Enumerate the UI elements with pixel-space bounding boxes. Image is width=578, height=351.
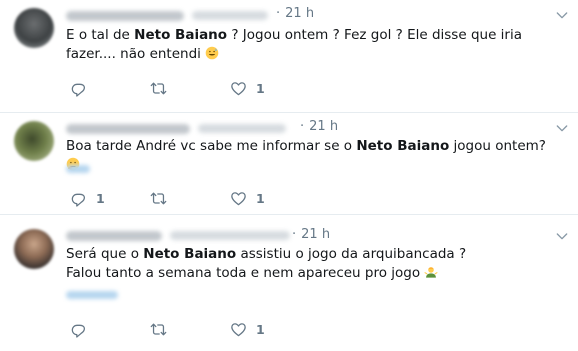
reply-button[interactable] (70, 319, 96, 339)
like-button[interactable]: 1 (230, 319, 265, 339)
tweet-timestamp[interactable]: · 21 h (292, 227, 330, 242)
retweet-icon (150, 321, 167, 338)
tweet-actions: 1 (66, 319, 326, 339)
reply-icon (70, 321, 87, 338)
avatar[interactable] (14, 8, 54, 48)
mention-highlight: Neto Baiano (143, 246, 237, 262)
link-preview[interactable] (66, 291, 118, 299)
author-handle[interactable] (192, 11, 268, 20)
mention-highlight: Neto Baiano (134, 27, 228, 43)
reply-icon (70, 190, 87, 207)
reply-button[interactable]: 1 (70, 188, 105, 208)
like-count: 1 (256, 80, 265, 96)
avatar[interactable] (14, 229, 54, 269)
like-button[interactable]: 1 (230, 78, 265, 98)
like-button[interactable]: 1 (230, 188, 265, 208)
reply-button[interactable] (70, 78, 96, 98)
tweet-text: Será que o Neto Baiano assistiu o jogo d… (66, 246, 467, 281)
tweet[interactable]: · 21 h E o tal de Neto Baiano ? Jogou ont… (0, 0, 578, 113)
retweet-button[interactable] (150, 188, 167, 208)
link-preview[interactable] (66, 165, 90, 173)
mention-highlight: Neto Baiano (356, 138, 450, 154)
chevron-down-icon[interactable] (554, 120, 570, 136)
chevron-down-icon[interactable] (554, 7, 570, 23)
tweet-timestamp[interactable]: · 21 h (300, 119, 338, 134)
heart-icon (230, 80, 247, 97)
tweet[interactable]: · 21 h Será que o Neto Baiano assistiu o … (0, 215, 578, 351)
tweet-text: Boa tarde André vc sabe me informar se o… (66, 137, 546, 175)
tweet-actions: 1 (66, 78, 326, 98)
reply-icon (70, 80, 87, 97)
like-count: 1 (256, 321, 265, 337)
author-name[interactable] (66, 231, 162, 241)
author-name[interactable] (66, 11, 184, 21)
person-shrugging-emoji (424, 267, 438, 278)
chevron-down-icon[interactable] (554, 228, 570, 244)
retweet-icon (150, 80, 167, 97)
retweet-button[interactable] (150, 78, 167, 98)
tweet-timestamp[interactable]: · 21 h (276, 6, 314, 21)
author-name[interactable] (66, 124, 190, 134)
tweet[interactable]: · 21 h Boa tarde André vc sabe me informa… (0, 113, 578, 215)
reply-count: 1 (96, 190, 105, 206)
heart-icon (230, 190, 247, 207)
tweet-actions: 1 1 (66, 188, 326, 208)
heart-icon (230, 321, 247, 338)
author-handle[interactable] (198, 124, 286, 133)
retweet-icon (150, 190, 167, 207)
like-count: 1 (256, 190, 265, 206)
retweet-button[interactable] (150, 319, 167, 339)
sweat-smile-emoji (205, 46, 219, 60)
author-handle[interactable] (170, 231, 290, 240)
avatar[interactable] (14, 121, 54, 161)
tweet-text: E o tal de Neto Baiano ? Jogou ontem ? F… (66, 27, 522, 62)
